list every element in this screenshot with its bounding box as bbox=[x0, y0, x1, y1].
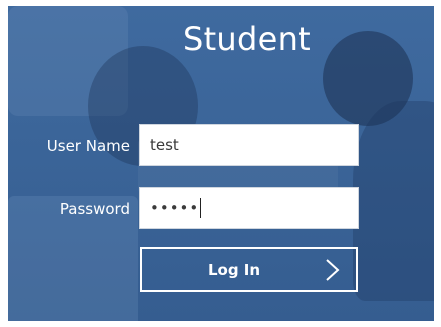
password-field[interactable]: ••••• bbox=[139, 187, 359, 229]
username-value: test bbox=[150, 136, 179, 154]
username-label: User Name bbox=[46, 137, 130, 155]
page-title: Student bbox=[182, 20, 312, 58]
background-photo-overlay bbox=[353, 101, 434, 301]
login-panel: Student User Name test Password ••••• Lo… bbox=[8, 6, 434, 321]
login-button[interactable]: Log In bbox=[140, 247, 358, 292]
text-caret bbox=[200, 198, 202, 218]
password-masked-value: ••••• bbox=[150, 199, 200, 217]
chevron-right-icon bbox=[326, 259, 340, 281]
password-label: Password bbox=[59, 200, 130, 218]
username-field[interactable]: test bbox=[139, 124, 359, 166]
login-button-label: Log In bbox=[207, 261, 261, 279]
